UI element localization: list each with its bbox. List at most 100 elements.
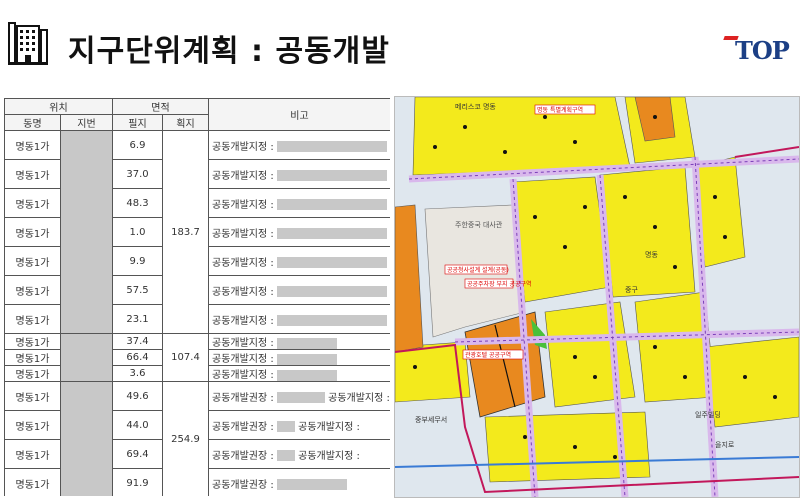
parcel-area-cell: 69.4 [112,439,163,469]
dong-cell: 명동1가 [4,468,61,496]
jibun-masked [60,130,113,334]
jibun-masked [60,333,113,382]
parcel-area-cell: 1.0 [112,217,163,247]
remark-cell: 공동개발지정 : [208,130,390,160]
header-parcel-area: 필지 [112,114,163,131]
parcel-area-cell: 3.6 [112,365,163,382]
parcel-area-cell: 66.4 [112,349,163,366]
parcel-area-cell: 37.4 [112,333,163,350]
zone-label-2: 공공주차장 부지 공공구역 [467,280,532,288]
label-embassy: 주한중국 대사관 [455,220,503,229]
remark-cell: 공동개발지정 : [208,304,390,334]
header-remarks: 비고 [208,98,390,131]
remark-cell: 공동개발지정 : [208,333,390,350]
dong-cell: 명동1가 [4,275,61,305]
remark-cell: 공동개발지정 : [208,217,390,247]
parcel-area-cell: 6.9 [112,130,163,160]
remark-text: 공동개발지정 : [212,257,274,269]
dong-cell: 명동1가 [4,365,61,382]
redaction [276,479,347,490]
remark-text: 공동개발지정 : [212,228,274,240]
page-title: 지구단위계획 : 공동개발 [68,34,390,69]
block-center [599,166,696,298]
redaction [276,337,337,349]
jibun-masked [60,381,113,496]
redaction [276,228,387,239]
parcel-area-cell: 44.0 [112,410,163,440]
dong-cell: 명동1가 [4,188,61,218]
remark-cell: 공동개발지정 : [208,275,390,305]
remark-cell: 공동개발지정 : [208,365,390,382]
remark-cell: 공동개발지정 : [208,246,390,276]
redaction [276,170,387,181]
building-icon [8,22,48,65]
block-area-cell: 107.4 [162,333,209,382]
remark-text: 공동개발지정 : [212,338,274,349]
header-jibun: 지번 [60,114,113,131]
redaction [276,353,337,365]
remark-cell: 공동개발권장 : 공동개발지정 : [208,410,390,440]
remark-text-secondary: 공동개발지정 : [298,421,360,433]
zone-label-1: 공공청사설계 설계(공동) [447,266,509,274]
label-junggu: 중구 [625,286,638,294]
zoning-map[interactable]: 주한중국 대사관 메리스코 명동 일주빌딩 명동 중구 을지로 중부세무서 공공… [394,96,800,498]
remark-text: 공동개발지정 : [212,354,274,365]
dong-cell: 명동1가 [4,159,61,189]
parcel-area-cell: 37.0 [112,159,163,189]
header-block-area: 획지 [162,114,209,131]
dong-cell: 명동1가 [4,246,61,276]
redaction [276,315,387,326]
remark-cell: 공동개발권장 : [208,468,390,496]
redaction [276,369,337,381]
remark-text: 공동개발권장 : [212,479,274,491]
remark-text: 공동개발지정 : [212,286,274,298]
remark-text: 공동개발권장 : [212,450,274,462]
label-ilju: 일주빌딩 [695,410,721,419]
redaction [276,450,295,461]
remark-text: 공동개발지정 : [212,370,274,381]
parcel-area-cell: 57.5 [112,275,163,305]
dong-cell: 명동1가 [4,304,61,334]
redaction [276,257,387,268]
table-row: 명동1가 49.6 254.9 공동개발권장 : 공동개발지정 : [4,381,390,496]
remark-text-secondary: 공동개발지정 : [328,392,390,404]
dong-cell: 명동1가 [4,349,61,366]
remark-text: 공동개발지정 : [212,199,274,211]
remark-text: 공동개발지정 : [212,170,274,182]
logo: TOP [735,36,790,65]
redaction [276,199,387,210]
label-eulji: 을지로 [715,440,735,449]
dong-cell: 명동1가 [4,410,61,440]
header-area: 면적 [112,98,209,115]
remark-cell: 공동개발지정 : [208,349,390,366]
parcel-table: 위치 면적 비고 동명 지번 필지 획지 명동1가 6.9 183.7 공동개발… [4,98,390,496]
label-building: 메리스코 명동 [455,102,496,111]
header: 지구단위계획 : 공동개발 TOP [0,0,800,84]
zoning-map-canvas[interactable]: 주한중국 대사관 메리스코 명동 일주빌딩 명동 중구 을지로 중부세무서 공공… [395,97,799,497]
block-north [412,97,631,176]
header-location: 위치 [4,98,113,115]
parcel-area-cell: 49.6 [112,381,163,411]
redaction [276,141,387,152]
remark-cell: 공동개발지정 : [208,188,390,218]
parcel-area-cell: 23.1 [112,304,163,334]
dong-cell: 명동1가 [4,130,61,160]
remark-text: 공동개발지정 : [212,315,274,327]
remark-cell: 공동개발지정 : [208,159,390,189]
dong-cell: 명동1가 [4,381,61,411]
redaction [276,392,325,403]
header-dong: 동명 [4,114,61,131]
table-row: 명동1가 6.9 183.7 공동개발지정 : [4,130,390,334]
dong-cell: 명동1가 [4,333,61,350]
remark-cell: 공동개발권장 : 공동개발지정 : [208,381,390,411]
label-tax-office: 중부세무서 [415,415,447,424]
zone-label-3: 명동 특별계획구역 [537,106,583,114]
table-row: 명동1가 37.4 107.4 공동개발지정 : [4,333,390,382]
parcel-area-cell: 9.9 [112,246,163,276]
label-myeongdong: 명동 [645,250,658,259]
zone-label-4: 관광호텔 공공구역 [465,351,511,359]
remark-text: 공동개발지정 : [212,141,274,153]
redaction [276,286,387,297]
redaction [276,421,295,432]
remark-text: 공동개발권장 : [212,392,274,404]
